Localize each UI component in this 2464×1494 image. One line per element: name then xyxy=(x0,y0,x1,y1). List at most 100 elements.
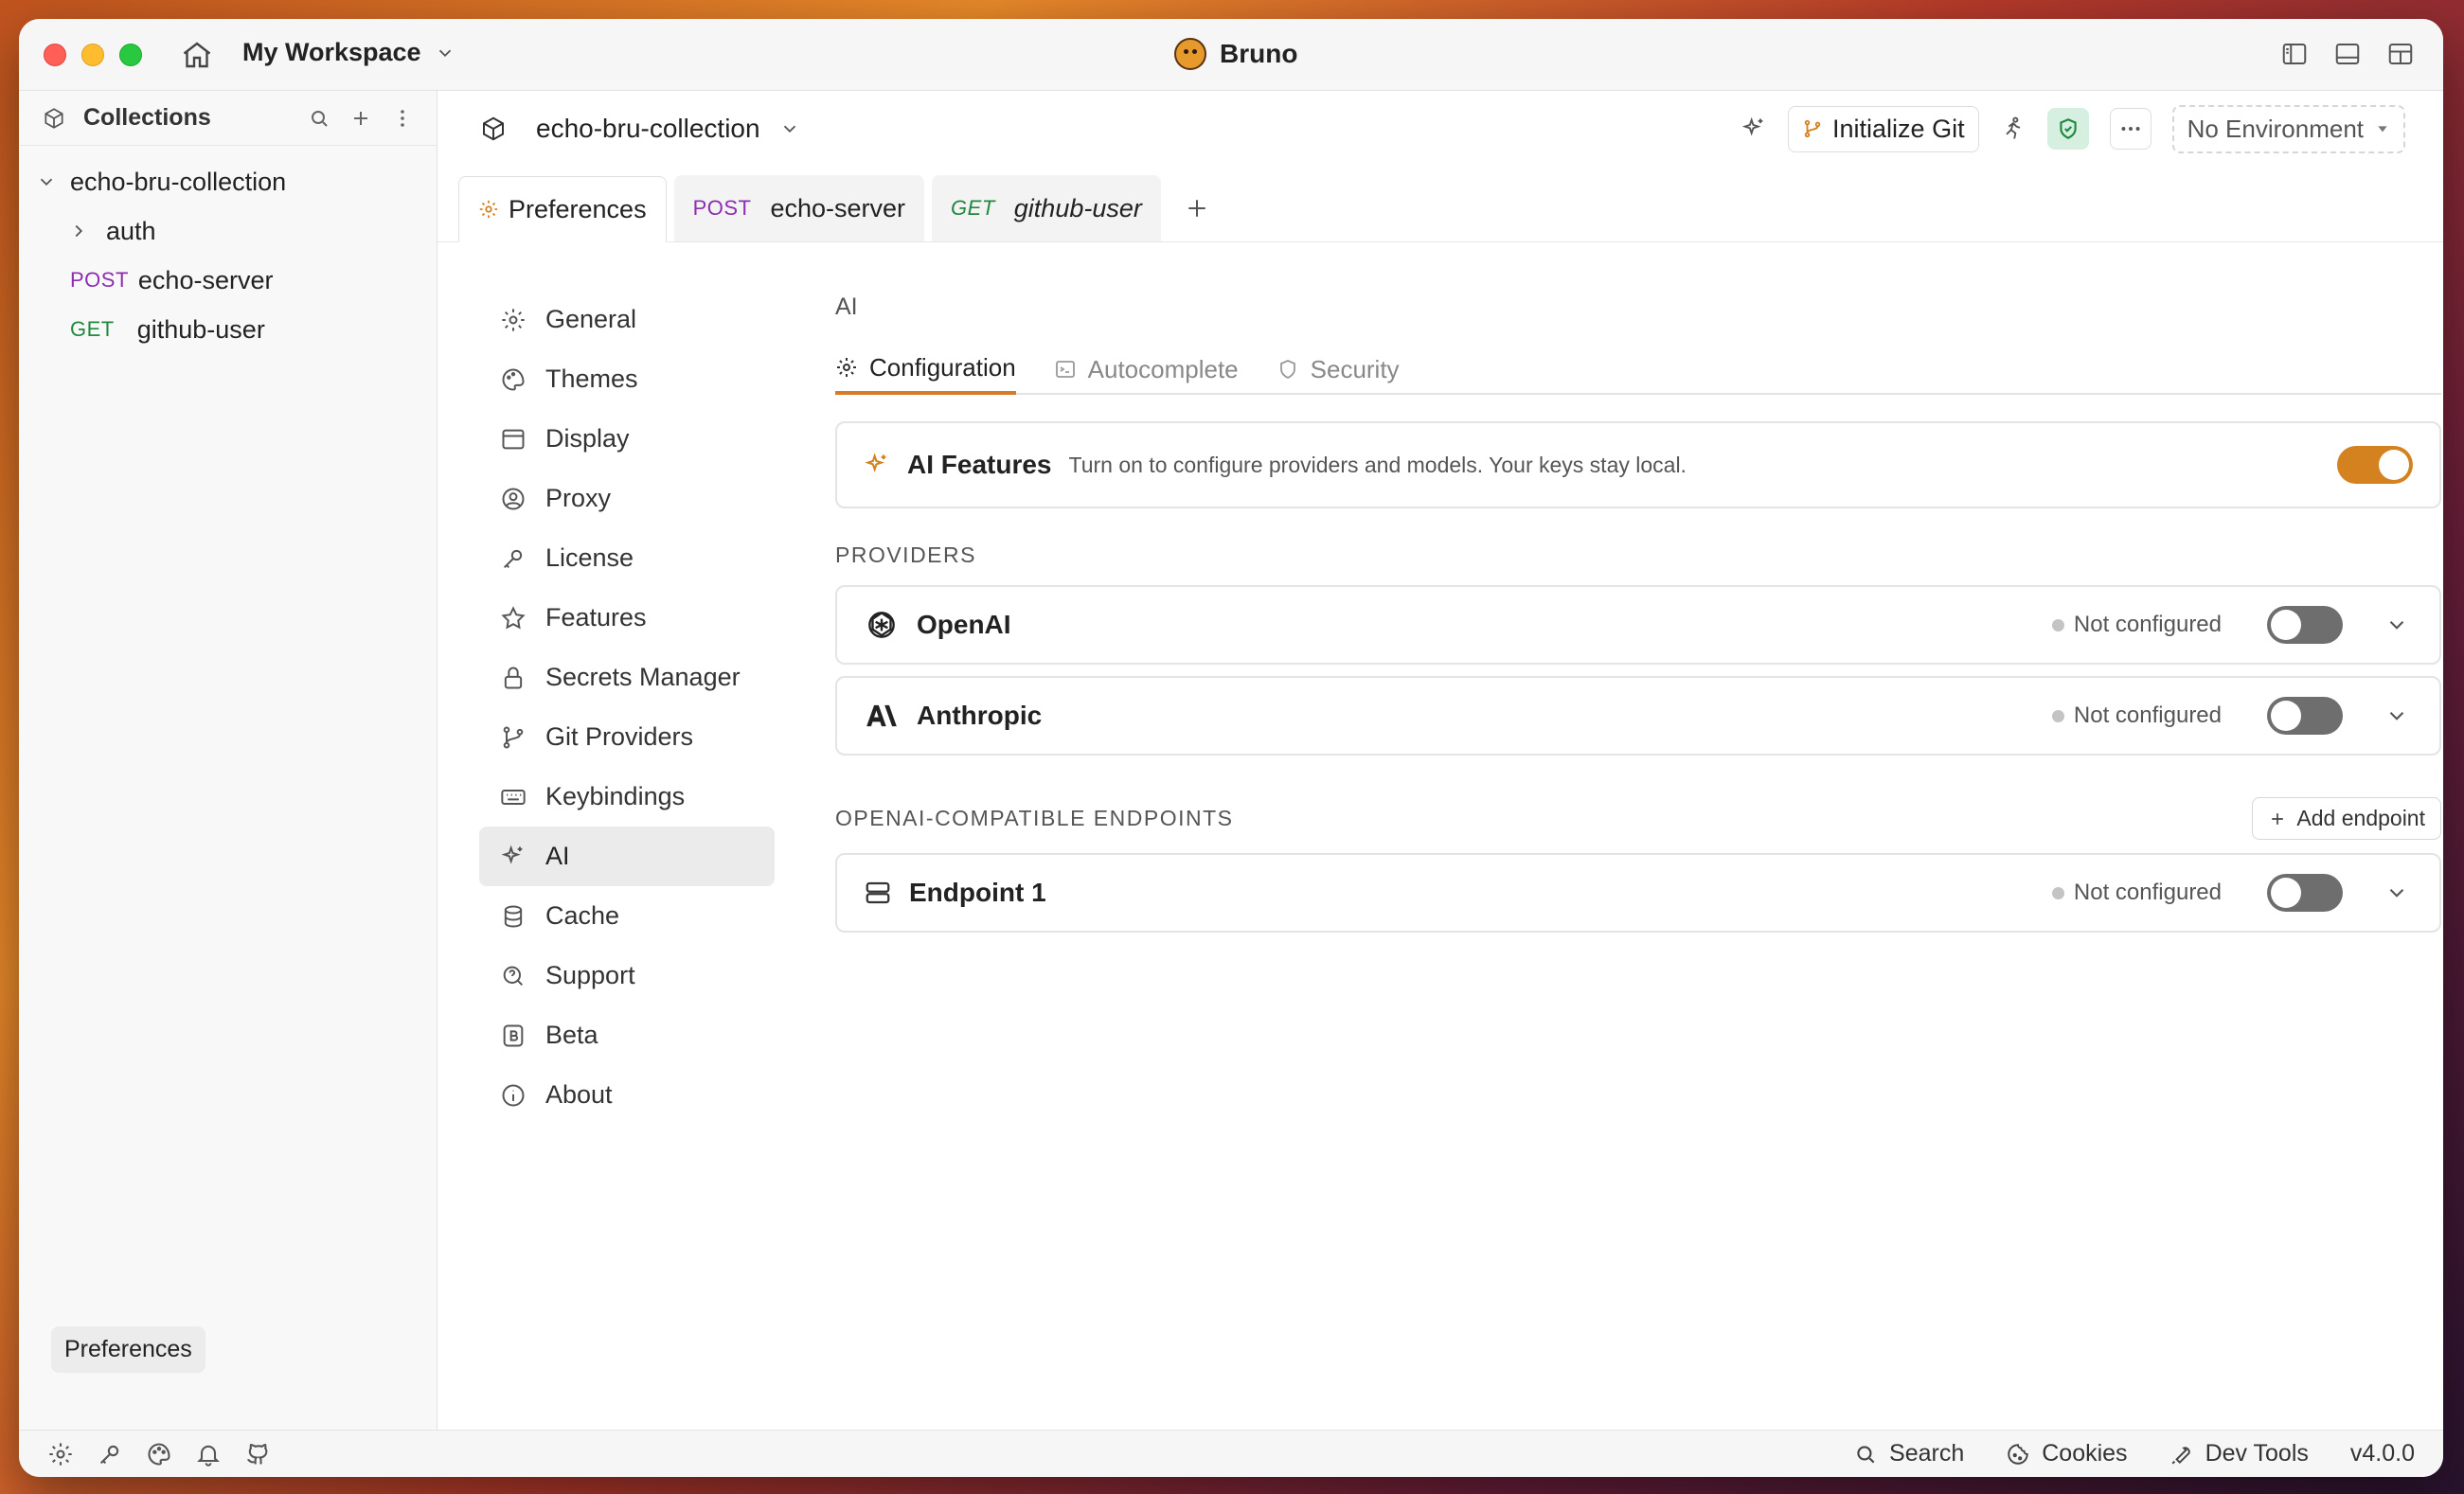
sparkle-icon[interactable] xyxy=(1741,116,1767,142)
nav-item-secrets-manager[interactable]: Secrets Manager xyxy=(479,648,775,707)
nav-item-label: Secrets Manager xyxy=(545,663,741,691)
runner-icon[interactable] xyxy=(2000,116,2027,142)
home-icon[interactable] xyxy=(180,38,214,72)
nav-item-ai[interactable]: AI xyxy=(479,827,775,886)
search-icon[interactable] xyxy=(308,107,330,130)
endpoint-1[interactable]: Endpoint 1 Not configured xyxy=(835,853,2441,933)
nav-item-label: About xyxy=(545,1080,613,1109)
subtab-security[interactable]: Security xyxy=(1277,344,1400,395)
tab-label: echo-server xyxy=(770,193,906,222)
sidebar-title: Collections xyxy=(83,104,211,131)
tree-item-github-user[interactable]: GET github-user xyxy=(19,305,437,354)
bell-icon[interactable] xyxy=(195,1441,222,1467)
status-text: Not configured xyxy=(2073,880,2222,905)
github-icon[interactable] xyxy=(244,1441,271,1467)
more-horizontal-icon[interactable] xyxy=(2109,108,2152,150)
chevron-down-icon[interactable] xyxy=(2384,613,2413,637)
key-icon[interactable] xyxy=(97,1441,123,1467)
environment-selector[interactable]: No Environment xyxy=(2171,104,2405,153)
subtab-label: Security xyxy=(1310,354,1400,383)
minimize-window-button[interactable] xyxy=(81,44,104,66)
tab-label: Preferences xyxy=(509,194,647,223)
more-vertical-icon[interactable] xyxy=(391,107,414,130)
info-icon xyxy=(500,1082,527,1109)
nav-item-support[interactable]: Support xyxy=(479,946,775,1005)
add-collection-icon[interactable] xyxy=(349,107,372,130)
search-label: Search xyxy=(1889,1440,1965,1467)
tab-echo-server[interactable]: POST echo-server xyxy=(673,175,925,241)
settings-gear-icon[interactable] xyxy=(47,1441,74,1467)
chevron-right-icon xyxy=(68,221,91,241)
chevron-down-icon[interactable] xyxy=(2384,703,2413,728)
chevron-down-icon[interactable] xyxy=(779,118,800,139)
chevron-down-icon[interactable] xyxy=(2384,880,2413,905)
bruno-logo-icon xyxy=(1174,38,1206,70)
nav-item-proxy[interactable]: Proxy xyxy=(479,469,775,528)
shield-icon xyxy=(1277,358,1299,381)
collection-row[interactable]: echo-bru-collection xyxy=(19,157,437,206)
endpoints-label: OPENAI-COMPATIBLE ENDPOINTS xyxy=(835,806,1234,830)
method-badge: POST xyxy=(70,268,129,292)
dev-tools-button[interactable]: Dev Tools xyxy=(2169,1440,2309,1467)
providers-label: PROVIDERS xyxy=(835,542,976,567)
add-tab-button[interactable] xyxy=(1169,175,1225,241)
ai-features-description: Turn on to configure providers and model… xyxy=(1068,452,1687,477)
status-dot xyxy=(2051,618,2064,631)
tree-item-echo-server[interactable]: POST echo-server xyxy=(19,256,437,305)
app-title-text: Bruno xyxy=(1220,39,1298,68)
subtab-configuration[interactable]: Configuration xyxy=(835,344,1016,395)
nav-item-git-providers[interactable]: Git Providers xyxy=(479,707,775,767)
collection-title[interactable]: echo-bru-collection xyxy=(536,114,760,144)
nav-item-themes[interactable]: Themes xyxy=(479,349,775,409)
ai-features-card: AI Features Turn on to configure provide… xyxy=(835,421,2441,508)
nav-item-features[interactable]: Features xyxy=(479,588,775,648)
nav-item-display[interactable]: Display xyxy=(479,409,775,469)
provider-name: OpenAI xyxy=(917,610,1011,639)
anthropic-toggle[interactable] xyxy=(2267,697,2343,735)
workspace-selector[interactable]: My Workspace xyxy=(242,38,455,67)
nav-item-cache[interactable]: Cache xyxy=(479,886,775,946)
collections-cube-icon xyxy=(42,106,66,131)
nav-item-keybindings[interactable]: Keybindings xyxy=(479,767,775,827)
nav-item-general[interactable]: General xyxy=(479,290,775,349)
star-icon xyxy=(500,605,527,631)
tree-item-auth[interactable]: auth xyxy=(19,206,437,256)
add-endpoint-button[interactable]: Add endpoint xyxy=(2252,797,2441,840)
git-branch-icon xyxy=(1802,118,1823,139)
ai-features-toggle[interactable] xyxy=(2337,446,2413,484)
close-window-button[interactable] xyxy=(44,44,66,66)
openai-logo-icon xyxy=(864,607,900,643)
endpoint-toggle[interactable] xyxy=(2267,874,2343,912)
palette-icon[interactable] xyxy=(146,1441,172,1467)
method-badge: POST xyxy=(692,196,752,220)
lock-icon xyxy=(500,665,527,691)
provider-anthropic[interactable]: Anthropic Not configured xyxy=(835,676,2441,756)
key-icon xyxy=(500,545,527,572)
ai-subtabs: Configuration Autocomplete Security xyxy=(835,344,2441,395)
tab-label: github-user xyxy=(1013,193,1142,222)
gear-icon xyxy=(500,307,527,333)
initialize-git-button[interactable]: Initialize Git xyxy=(1788,105,1979,152)
endpoints-header: OPENAI-COMPATIBLE ENDPOINTS Add endpoint xyxy=(835,797,2441,840)
layout-split-icon[interactable] xyxy=(2386,40,2415,68)
nav-item-license[interactable]: License xyxy=(479,528,775,588)
subtab-autocomplete[interactable]: Autocomplete xyxy=(1054,344,1239,395)
nav-item-about[interactable]: About xyxy=(479,1065,775,1125)
provider-openai[interactable]: OpenAI Not configured xyxy=(835,585,2441,665)
status-dot xyxy=(2051,886,2064,899)
tab-preferences[interactable]: Preferences xyxy=(458,176,667,242)
openai-toggle[interactable] xyxy=(2267,606,2343,644)
workspace-name: My Workspace xyxy=(242,38,421,66)
security-shield-button[interactable] xyxy=(2046,108,2089,150)
dev-tools-label: Dev Tools xyxy=(2205,1440,2309,1467)
cookies-button[interactable]: Cookies xyxy=(2006,1440,2128,1467)
toggle-sidebar-icon[interactable] xyxy=(2280,40,2309,68)
nav-item-beta[interactable]: Beta xyxy=(479,1005,775,1065)
preferences-tag[interactable]: Preferences xyxy=(51,1326,205,1373)
search-button[interactable]: Search xyxy=(1853,1440,1964,1467)
anthropic-logo-icon xyxy=(864,698,900,734)
toggle-bottom-panel-icon[interactable] xyxy=(2333,40,2362,68)
palette-icon xyxy=(500,366,527,393)
maximize-window-button[interactable] xyxy=(119,44,142,66)
tab-github-user[interactable]: GET github-user xyxy=(932,175,1161,241)
